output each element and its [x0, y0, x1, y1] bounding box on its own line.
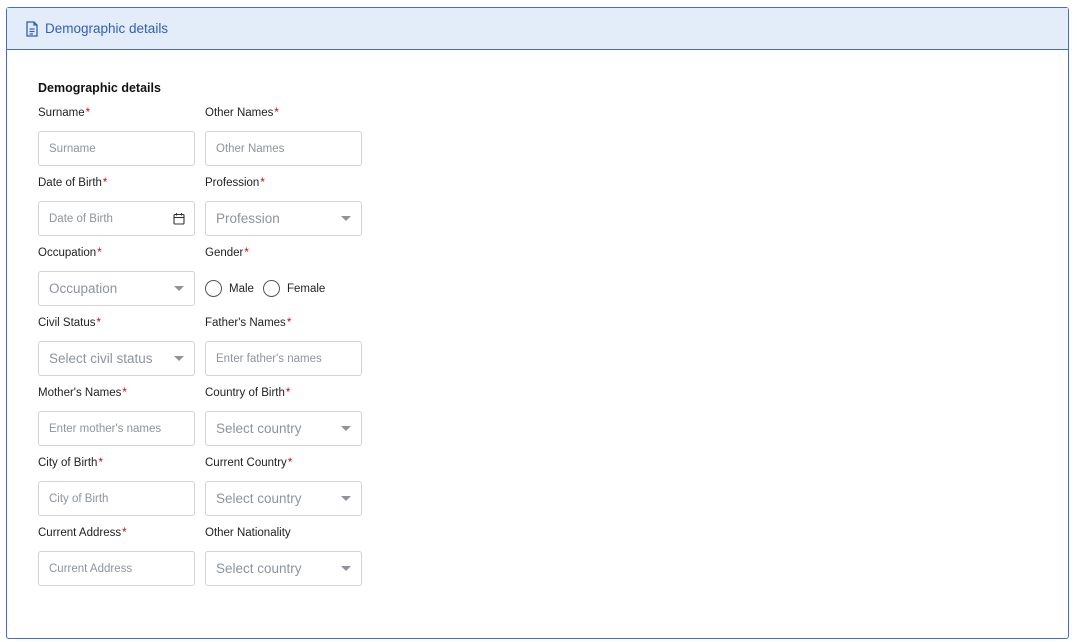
- mothers-names-label: Mother's Names*: [38, 387, 127, 399]
- civil-status-label: Civil Status*: [38, 317, 102, 329]
- chevron-down-icon: [174, 356, 184, 361]
- country-of-birth-field: Country of Birth* Select country: [205, 385, 362, 446]
- other-names-input-box: [205, 131, 362, 166]
- current-country-label: Current Country*: [205, 457, 293, 469]
- surname-input-box: [38, 131, 195, 166]
- demographic-panel: Demographic details Demographic details …: [6, 7, 1069, 639]
- civil-status-field: Civil Status* Select civil status: [38, 315, 195, 376]
- date-of-birth-input[interactable]: [49, 212, 184, 225]
- gender-radio-male[interactable]: Male: [205, 280, 254, 297]
- section-title: Demographic details: [38, 81, 161, 95]
- other-nationality-select[interactable]: Select country: [205, 551, 362, 586]
- chevron-down-icon: [341, 496, 351, 501]
- other-nationality-field: Other Nationality Select country: [205, 525, 362, 586]
- gender-radio-female[interactable]: Female: [262, 280, 326, 297]
- surname-field: Surname*: [38, 105, 195, 166]
- profession-select-value: Profession: [216, 211, 280, 226]
- document-icon: [25, 20, 39, 37]
- civil-status-select-value: Select civil status: [49, 351, 153, 366]
- city-of-birth-input[interactable]: [49, 492, 184, 505]
- chevron-down-icon: [341, 426, 351, 431]
- occupation-label: Occupation*: [38, 247, 102, 259]
- current-address-input-box: [38, 551, 195, 586]
- fathers-names-field: Father's Names*: [205, 315, 362, 376]
- gender-field: Gender* Male Female: [205, 245, 362, 306]
- radio-circle[interactable]: [205, 280, 222, 297]
- occupation-select[interactable]: Occupation: [38, 271, 195, 306]
- country-of-birth-label: Country of Birth*: [205, 387, 291, 399]
- current-country-field: Current Country* Select country: [205, 455, 362, 516]
- occupation-field: Occupation* Occupation: [38, 245, 195, 306]
- mothers-names-input[interactable]: [49, 422, 184, 435]
- chevron-down-icon: [174, 286, 184, 291]
- profession-label: Profession*: [205, 177, 265, 189]
- gender-label: Gender*: [205, 247, 249, 259]
- profession-select[interactable]: Profession: [205, 201, 362, 236]
- fathers-names-label: Father's Names*: [205, 317, 292, 329]
- civil-status-select[interactable]: Select civil status: [38, 341, 195, 376]
- other-names-field: Other Names*: [205, 105, 362, 166]
- country-of-birth-select-value: Select country: [216, 421, 302, 436]
- current-country-select[interactable]: Select country: [205, 481, 362, 516]
- current-address-field: Current Address*: [38, 525, 195, 586]
- calendar-icon[interactable]: [173, 212, 185, 225]
- chevron-down-icon: [341, 566, 351, 571]
- current-address-label: Current Address*: [38, 527, 127, 539]
- fathers-names-input[interactable]: [216, 352, 351, 365]
- country-of-birth-select[interactable]: Select country: [205, 411, 362, 446]
- city-of-birth-field: City of Birth*: [38, 455, 195, 516]
- surname-input[interactable]: [49, 142, 184, 155]
- panel-header[interactable]: Demographic details: [7, 8, 1068, 50]
- fathers-names-input-box: [205, 341, 362, 376]
- current-country-select-value: Select country: [216, 491, 302, 506]
- occupation-select-value: Occupation: [49, 281, 118, 296]
- gender-radio-group: Male Female: [205, 271, 362, 306]
- date-of-birth-field: Date of Birth*: [38, 175, 195, 236]
- other-names-label: Other Names*: [205, 107, 279, 119]
- city-of-birth-input-box: [38, 481, 195, 516]
- date-of-birth-label: Date of Birth*: [38, 177, 108, 189]
- other-nationality-select-value: Select country: [216, 561, 302, 576]
- surname-label: Surname*: [38, 107, 91, 119]
- chevron-down-icon: [341, 216, 351, 221]
- profession-field: Profession* Profession: [205, 175, 362, 236]
- mothers-names-input-box: [38, 411, 195, 446]
- other-nationality-label: Other Nationality: [205, 527, 291, 539]
- date-of-birth-input-box: [38, 201, 195, 236]
- city-of-birth-label: City of Birth*: [38, 457, 103, 469]
- other-names-input[interactable]: [216, 142, 351, 155]
- mothers-names-field: Mother's Names*: [38, 385, 195, 446]
- radio-circle[interactable]: [262, 280, 280, 297]
- gender-option-label: Male: [229, 282, 254, 295]
- panel-title: Demographic details: [45, 21, 169, 36]
- current-address-input[interactable]: [49, 562, 184, 575]
- gender-option-label: Female: [286, 282, 326, 295]
